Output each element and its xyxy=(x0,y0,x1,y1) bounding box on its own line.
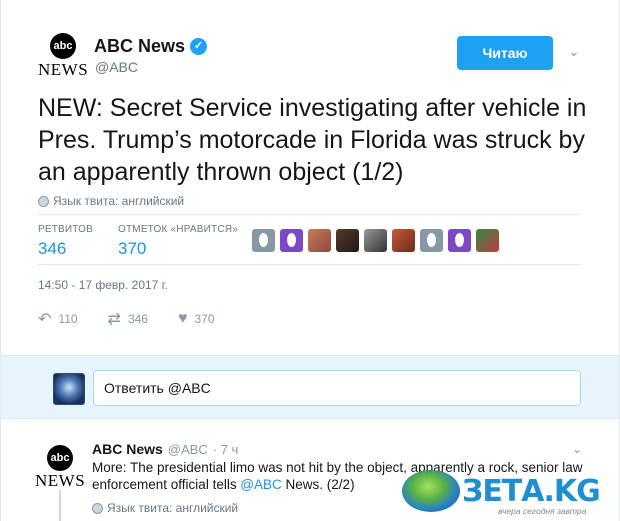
reply-box: Ответить @ABC xyxy=(1,355,619,419)
second-tweet-handle[interactable]: @ABC xyxy=(168,442,208,457)
likes-value[interactable]: 370 xyxy=(118,239,238,259)
following-button[interactable]: Читаю xyxy=(457,36,553,70)
second-tweet-avatar[interactable]: abc NEWS xyxy=(35,445,85,491)
tweet-actions: ↶ 110 ⇄ 346 ♥ 370 xyxy=(38,309,245,329)
liker-avatar[interactable] xyxy=(308,229,331,252)
author-name[interactable]: ABC News xyxy=(94,36,185,57)
author-avatar[interactable]: abc NEWS xyxy=(38,33,88,80)
abc-logo-wordmark: NEWS xyxy=(35,471,86,490)
tweet-text: NEW: Secret Service investigating after … xyxy=(38,94,587,186)
reply-icon[interactable]: ↶ xyxy=(38,309,51,329)
watermark-globe-icon xyxy=(402,470,460,512)
second-tweet-text-part: News. (2/2) xyxy=(281,477,355,492)
tweet-timestamp: 14:50 - 17 февр. 2017 г. xyxy=(38,278,168,292)
liker-avatar[interactable] xyxy=(420,229,443,252)
liker-avatar[interactable] xyxy=(252,229,275,252)
globe-icon xyxy=(38,195,49,207)
second-tweet-author[interactable]: ABC News xyxy=(92,441,163,457)
tweet-language: Язык твита: английский xyxy=(38,194,184,208)
liker-avatar[interactable] xyxy=(280,229,303,252)
abc-logo-circle: abc xyxy=(47,445,73,471)
watermark-brand: ЗЕТА.KG xyxy=(462,474,601,509)
second-tweet-time[interactable]: · 7 ч xyxy=(213,442,239,457)
divider xyxy=(38,214,580,215)
heart-icon[interactable]: ♥ xyxy=(178,310,188,328)
retweet-action[interactable]: ⇄ 346 xyxy=(108,309,148,329)
mention-link[interactable]: @ABC xyxy=(240,477,281,492)
liker-avatar[interactable] xyxy=(448,229,471,252)
globe-icon xyxy=(92,502,103,514)
reply-count: 110 xyxy=(58,312,78,326)
second-tweet-header: ABC News @ABC · 7 ч xyxy=(92,441,238,457)
author-name-row[interactable]: ABC News ✓ xyxy=(94,36,208,57)
thread-connector xyxy=(59,490,61,521)
chevron-down-icon[interactable]: ⌄ xyxy=(568,43,580,60)
abc-logo-circle: abc xyxy=(50,33,76,59)
author-handle[interactable]: @ABC xyxy=(95,59,138,75)
second-tweet-language-label: Язык твита: английский xyxy=(107,501,239,515)
second-tweet-language: Язык твита: английский xyxy=(92,501,238,515)
chevron-down-icon[interactable]: ⌄ xyxy=(572,442,582,456)
watermark: ЗЕТА.KG вчера сегодня завтра xyxy=(402,468,620,518)
reply-input[interactable]: Ответить @ABC xyxy=(93,370,581,406)
verified-badge-icon: ✓ xyxy=(190,38,208,55)
retweets-value[interactable]: 346 xyxy=(38,239,93,259)
retweet-icon[interactable]: ⇄ xyxy=(108,309,121,329)
like-action[interactable]: ♥ 370 xyxy=(178,310,215,328)
likes-stat[interactable]: ОТМЕТОК «НРАВИТСЯ» 370 xyxy=(118,224,238,259)
watermark-tagline: вчера сегодня завтра xyxy=(498,506,587,516)
retweets-label: РЕТВИТОВ xyxy=(38,224,94,235)
tweet-language-label: Язык твита: английский xyxy=(53,194,185,208)
liker-avatar[interactable] xyxy=(476,229,499,252)
liker-avatar[interactable] xyxy=(392,229,415,252)
like-count: 370 xyxy=(194,312,215,326)
liker-avatar[interactable] xyxy=(336,229,359,252)
current-user-avatar xyxy=(53,373,85,405)
likes-label: ОТМЕТОК «НРАВИТСЯ» xyxy=(118,224,238,235)
reply-action[interactable]: ↶ 110 xyxy=(38,309,78,329)
retweets-stat[interactable]: РЕТВИТОВ 346 xyxy=(38,224,93,259)
abc-logo-wordmark: NEWS xyxy=(38,60,89,79)
retweet-count: 346 xyxy=(127,312,148,326)
divider xyxy=(38,264,580,265)
liker-avatars xyxy=(252,229,499,252)
liker-avatar[interactable] xyxy=(364,229,387,252)
